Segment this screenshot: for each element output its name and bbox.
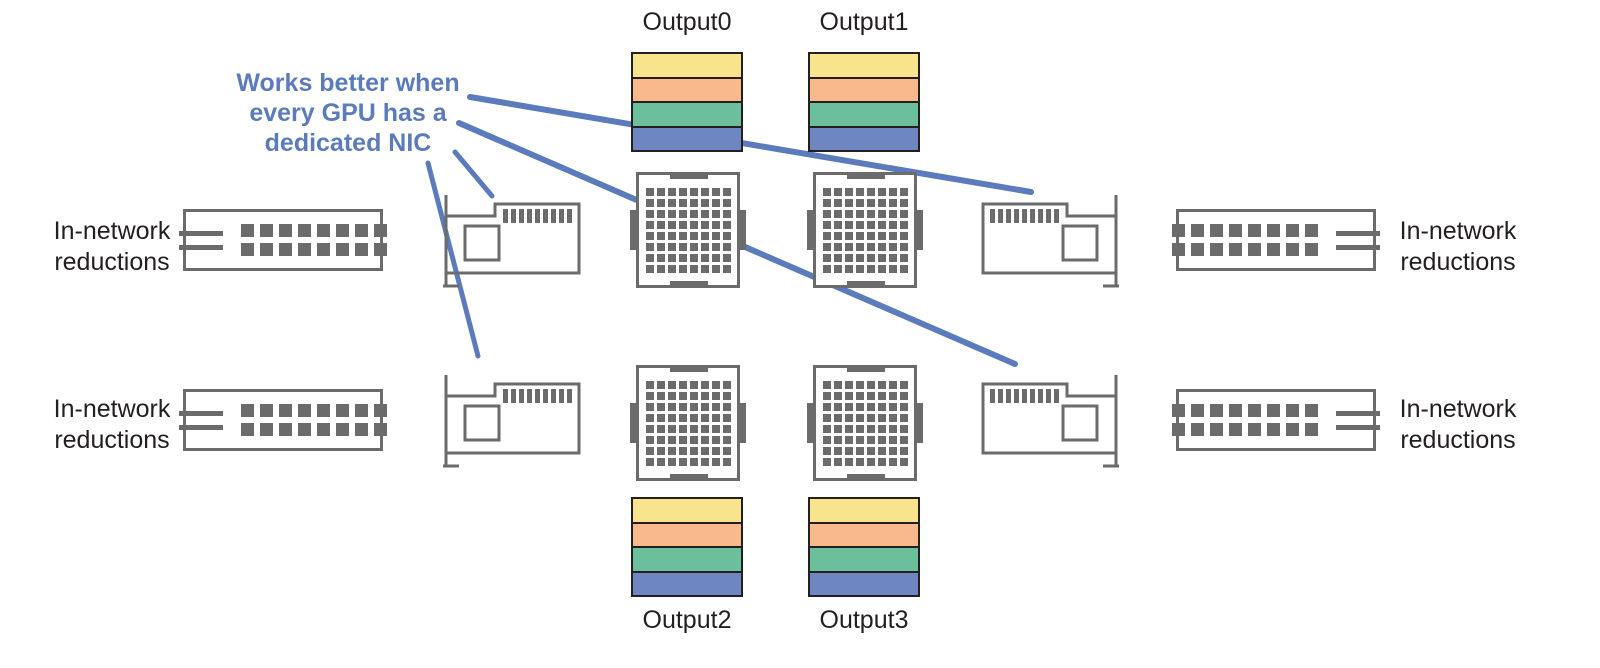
output-stack-0 [631,52,743,152]
chip-notch-top-icon [670,365,708,372]
chip-notch-left-icon [807,210,814,250]
chip-notch-top-icon [847,365,885,372]
chip-notch-right-icon [916,403,923,443]
switch-label-bottom-left: In-network reductions [53,395,171,454]
output-stack-label-1: Output1 [819,8,909,36]
chip-notch-bottom-icon [670,281,708,288]
nic-bottom-left [443,373,581,473]
chip-notch-left-icon [630,403,637,443]
gpu-top-left [630,172,746,288]
nic-top-left [443,193,581,293]
gpu-core-grid-icon [645,187,731,273]
gpu-bottom-right [807,365,923,481]
switch-ports-icon [1172,224,1318,256]
switch-bottom-right [1172,389,1380,451]
switch-label-bottom-right: In-network reductions [1399,395,1517,454]
gpu-chip-body [813,365,917,481]
nic-port-pins-icon [503,389,572,403]
gpu-chip-body [636,172,740,288]
chip-notch-top-icon [847,172,885,179]
band-green [633,103,741,128]
switch-top-left [179,209,387,271]
band-yellow [633,499,741,524]
band-blue [810,572,918,595]
diagram-canvas: Works better when every GPU has a dedica… [0,0,1600,668]
band-orange [633,78,741,103]
leader-line-to-nic-top-left [452,149,495,199]
output-stack-label-3: Output3 [819,606,909,634]
chip-notch-bottom-icon [847,281,885,288]
band-green [633,548,741,573]
nic-port-pins-icon [990,209,1059,223]
chip-notch-right-icon [916,210,923,250]
band-orange [810,78,918,103]
band-blue [810,127,918,150]
chip-notch-left-icon [630,210,637,250]
output-stack-1 [808,52,920,152]
band-green [810,103,918,128]
switch-uplink-lines-icon [1336,410,1380,430]
annotation-text: Works better when every GPU has a dedica… [236,69,460,157]
band-orange [810,523,918,548]
switch-label-top-left: In-network reductions [53,217,171,276]
nic-port-pins-icon [990,389,1059,403]
gpu-chip-body [636,365,740,481]
gpu-top-right [807,172,923,288]
band-orange [633,523,741,548]
gpu-core-grid-icon [645,380,731,466]
switch-uplink-lines-icon [1336,230,1380,250]
band-blue [633,572,741,595]
switch-uplink-lines-icon [179,410,223,430]
switch-ports-icon [1172,404,1318,436]
gpu-chip-body [813,172,917,288]
switch-ports-icon [241,224,387,256]
switch-label-top-right: In-network reductions [1399,217,1517,276]
switch-uplink-lines-icon [179,230,223,250]
band-green [810,548,918,573]
output-stack-3 [808,497,920,597]
band-blue [633,127,741,150]
chip-notch-bottom-icon [670,474,708,481]
output-stack-label-2: Output2 [642,606,732,634]
gpu-core-grid-icon [822,187,908,273]
chip-notch-top-icon [670,172,708,179]
switch-ports-icon [241,404,387,436]
nic-bottom-right [981,373,1119,473]
output-stack-2 [631,497,743,597]
leader-line-to-nic-top-right [467,94,1034,195]
output-stack-label-0: Output0 [642,8,732,36]
chip-notch-right-icon [739,403,746,443]
band-yellow [810,54,918,79]
band-yellow [633,54,741,79]
chip-notch-left-icon [807,403,814,443]
nic-top-right [981,193,1119,293]
switch-bottom-left [179,389,387,451]
chip-notch-right-icon [739,210,746,250]
gpu-core-grid-icon [822,380,908,466]
gpu-bottom-left [630,365,746,481]
band-yellow [810,499,918,524]
switch-top-right [1172,209,1380,271]
nic-port-pins-icon [503,209,572,223]
chip-notch-bottom-icon [847,474,885,481]
